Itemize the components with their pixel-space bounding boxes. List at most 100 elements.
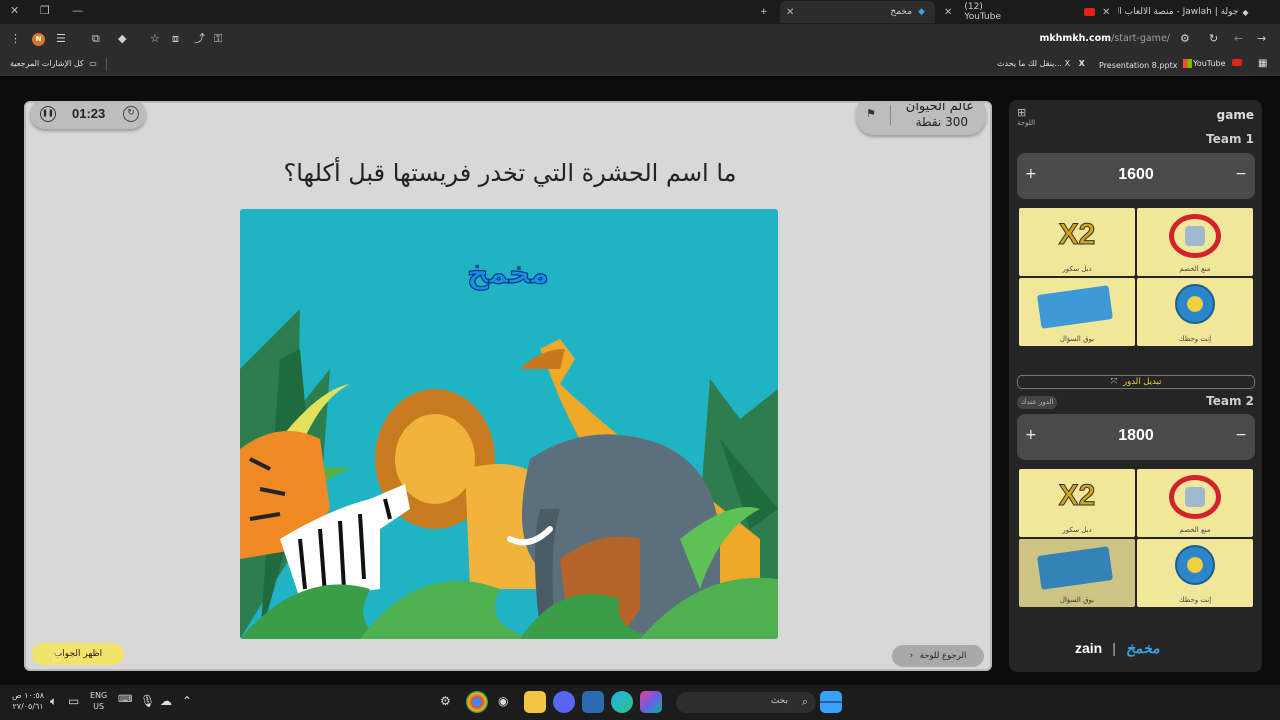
- helper-card-block-opponent[interactable]: منع الخصم: [1137, 208, 1253, 276]
- mkhmkh-logo: مخمخ: [1125, 640, 1160, 656]
- helper-card-wheel[interactable]: إنت وحظك: [1137, 278, 1253, 346]
- timer-pill: ❚❚ 01:23 ↻: [30, 103, 146, 129]
- panel-title: game: [1216, 108, 1254, 122]
- new-tab-button[interactable]: +: [760, 1, 768, 23]
- team-1-helpers: X2 دبل سكور منع الخصم بوق السؤال إنت وحظ…: [1019, 208, 1253, 346]
- teams-panel: ⊞ اللوحة game Team 1 + 1600 − X2 دبل سكو…: [1009, 100, 1262, 672]
- team-1-name: Team 1: [1206, 132, 1254, 146]
- obs-app-icon[interactable]: ◉: [498, 694, 508, 708]
- copilot-app-icon[interactable]: [640, 691, 662, 713]
- switch-turn-button[interactable]: تبديل الدور ⤧: [1017, 375, 1255, 389]
- tab-title: (12) YouTube: [964, 2, 1001, 22]
- extensions-menu-icon[interactable]: ☰: [56, 32, 66, 46]
- helper-card-double-score[interactable]: X2 دبل سكور: [1019, 208, 1135, 276]
- team-2-name: Team 2: [1206, 394, 1254, 408]
- decrease-score-button[interactable]: −: [1235, 166, 1247, 182]
- flag-icon[interactable]: ⚑: [866, 107, 876, 120]
- pause-icon[interactable]: ❚❚: [40, 106, 56, 122]
- microphone-icon[interactable]: 🎙︎: [140, 694, 155, 708]
- decrease-score-button[interactable]: −: [1235, 427, 1247, 443]
- close-tab-icon[interactable]: ✕: [944, 7, 952, 18]
- wheel-icon: [1175, 284, 1215, 324]
- bookmarks-bar: كل الإشارات المرجعية ▭ ينقل لك ما يحدث..…: [0, 54, 1280, 76]
- address-bar[interactable]: mkhmkh.com/start-game/: [1039, 33, 1170, 44]
- browser-toolbar: ⋮ N ☰ ⧉ ◆ ☆ ⧈ ⤴ ⚿ mkhmkh.com/start-game/…: [0, 24, 1280, 54]
- question-text: ما اسم الحشرة التي تخدر فريستها قبل أكله…: [283, 159, 737, 187]
- chrome-app-icon[interactable]: [466, 691, 488, 713]
- language-indicator[interactable]: ENG US: [90, 690, 107, 712]
- minimize-window-icon[interactable]: —: [72, 4, 83, 17]
- helper-card-cards[interactable]: بوق السؤال: [1019, 539, 1135, 607]
- bookmark-star-icon[interactable]: ☆: [150, 32, 160, 46]
- helper-card-cards[interactable]: بوق السؤال: [1019, 278, 1135, 346]
- bookmark-youtube[interactable]: YouTube: [1193, 59, 1243, 68]
- show-hidden-icons-icon[interactable]: ⌃: [182, 694, 192, 708]
- settings-app-icon[interactable]: ⚙: [440, 694, 451, 708]
- category-points: 300 نقطة: [915, 115, 968, 129]
- forward-icon[interactable]: →: [1257, 32, 1266, 46]
- tab-youtube[interactable]: ✕ (12) YouTube: [940, 1, 1095, 23]
- jungle-animals-illustration: مخمخ: [240, 255, 778, 639]
- taskbar-search[interactable]: بحث ⌕: [676, 692, 816, 713]
- extension-diamond-icon[interactable]: ◆: [118, 32, 126, 46]
- close-tab-icon[interactable]: ✕: [1102, 7, 1110, 18]
- puzzle-extension-icon[interactable]: ⧉: [92, 32, 100, 46]
- taskbar-clock[interactable]: ١٠:٥٨ ص ٢٧/٠٥/٦١: [12, 690, 44, 712]
- x2-icon: X2: [1058, 479, 1096, 513]
- share-icon[interactable]: ⤴: [194, 32, 205, 46]
- store-app-icon[interactable]: [582, 691, 604, 713]
- password-key-icon[interactable]: ⚿: [214, 32, 222, 46]
- file-explorer-icon[interactable]: [524, 691, 546, 713]
- profile-avatar[interactable]: N: [32, 33, 45, 46]
- onedrive-icon[interactable]: ☁: [160, 694, 172, 708]
- site-settings-icon[interactable]: ⚙: [1180, 32, 1190, 46]
- helper-card-block-opponent[interactable]: منع الخصم: [1137, 469, 1253, 537]
- score-value: 1600: [1118, 166, 1154, 183]
- bookmarks-divider: [106, 58, 107, 71]
- youtube-favicon-icon: [1084, 8, 1095, 16]
- board-label: اللوحة: [1017, 119, 1036, 127]
- mkhmkh-favicon-icon: ◆: [918, 7, 925, 17]
- zain-logo: zain: [1075, 640, 1103, 656]
- bookmark-x[interactable]: ينقل لك ما يحدث... X X: [997, 59, 1085, 68]
- tab-title: جولة | Jawlah - منصة الألعاب الث..: [1118, 7, 1239, 17]
- close-tab-icon[interactable]: ✕: [786, 7, 794, 18]
- cards-icon: [1036, 285, 1114, 329]
- score-value: 1800: [1118, 427, 1154, 444]
- team-2-helpers: X2 دبل سكور منع الخصم بوق السؤال إنت وحظ…: [1019, 469, 1253, 607]
- back-icon[interactable]: ←: [1234, 32, 1243, 46]
- tab-jawlah[interactable]: ✕ جولة | Jawlah - منصة الألعاب الث.. ◆: [1098, 1, 1258, 23]
- search-icon: ⌕: [801, 695, 808, 708]
- restore-window-icon[interactable]: ❐: [40, 4, 50, 17]
- board-grid-icon[interactable]: ⊞: [1017, 106, 1026, 119]
- category-divider: [890, 105, 891, 125]
- keyboard-icon[interactable]: ⌨: [118, 694, 132, 705]
- helper-card-wheel[interactable]: إنت وحظك: [1137, 539, 1253, 607]
- reload-icon[interactable]: ↻: [1209, 32, 1218, 46]
- edge-app-icon[interactable]: [611, 691, 633, 713]
- network-icon[interactable]: ▭: [68, 694, 79, 708]
- mouse-cursor-icon: ☝: [52, 649, 61, 665]
- menu-icon[interactable]: ⋮: [10, 32, 21, 46]
- lion-face: [395, 414, 475, 504]
- helper-card-double-score[interactable]: X2 دبل سكور: [1019, 469, 1135, 537]
- show-answer-button[interactable]: اظهر الجواب: [32, 643, 124, 665]
- game-page: ❚❚ 01:23 ↻ ⚑ عالم الحيوان 300 نقطة ما اس…: [0, 77, 1280, 685]
- apps-grid-icon[interactable]: ▦: [1258, 58, 1267, 69]
- translate-icon[interactable]: ⧈: [172, 32, 179, 46]
- tab-mkhmkh[interactable]: ✕ مخمخ ◆: [780, 1, 935, 23]
- discord-app-icon[interactable]: [553, 691, 575, 713]
- url-path: /start-game/: [1111, 33, 1170, 44]
- windows-taskbar: ١٠:٥٨ ص ٢٧/٠٥/٦١ 🔈︎ ▭ ENG US ⌨ 🎙︎ ☁ ⌃ ⚙ …: [0, 685, 1280, 720]
- url-host: mkhmkh.com: [1039, 33, 1112, 44]
- bookmark-presentation[interactable]: Presentation 8.pptx: [1099, 59, 1192, 70]
- windows-start-icon[interactable]: [820, 691, 842, 713]
- volume-icon[interactable]: 🔈︎: [50, 694, 57, 709]
- category-pill: ⚑ عالم الحيوان 300 نقطة: [856, 103, 986, 135]
- close-window-icon[interactable]: ✕: [10, 4, 19, 17]
- back-to-board-button[interactable]: الرجوع للوحة ‹: [892, 645, 984, 667]
- question-stage: ❚❚ 01:23 ↻ ⚑ عالم الحيوان 300 نقطة ما اس…: [24, 101, 992, 671]
- reset-timer-icon[interactable]: ↻: [123, 106, 139, 122]
- all-bookmarks[interactable]: كل الإشارات المرجعية ▭: [10, 59, 97, 68]
- leaf-front-2: [360, 580, 540, 639]
